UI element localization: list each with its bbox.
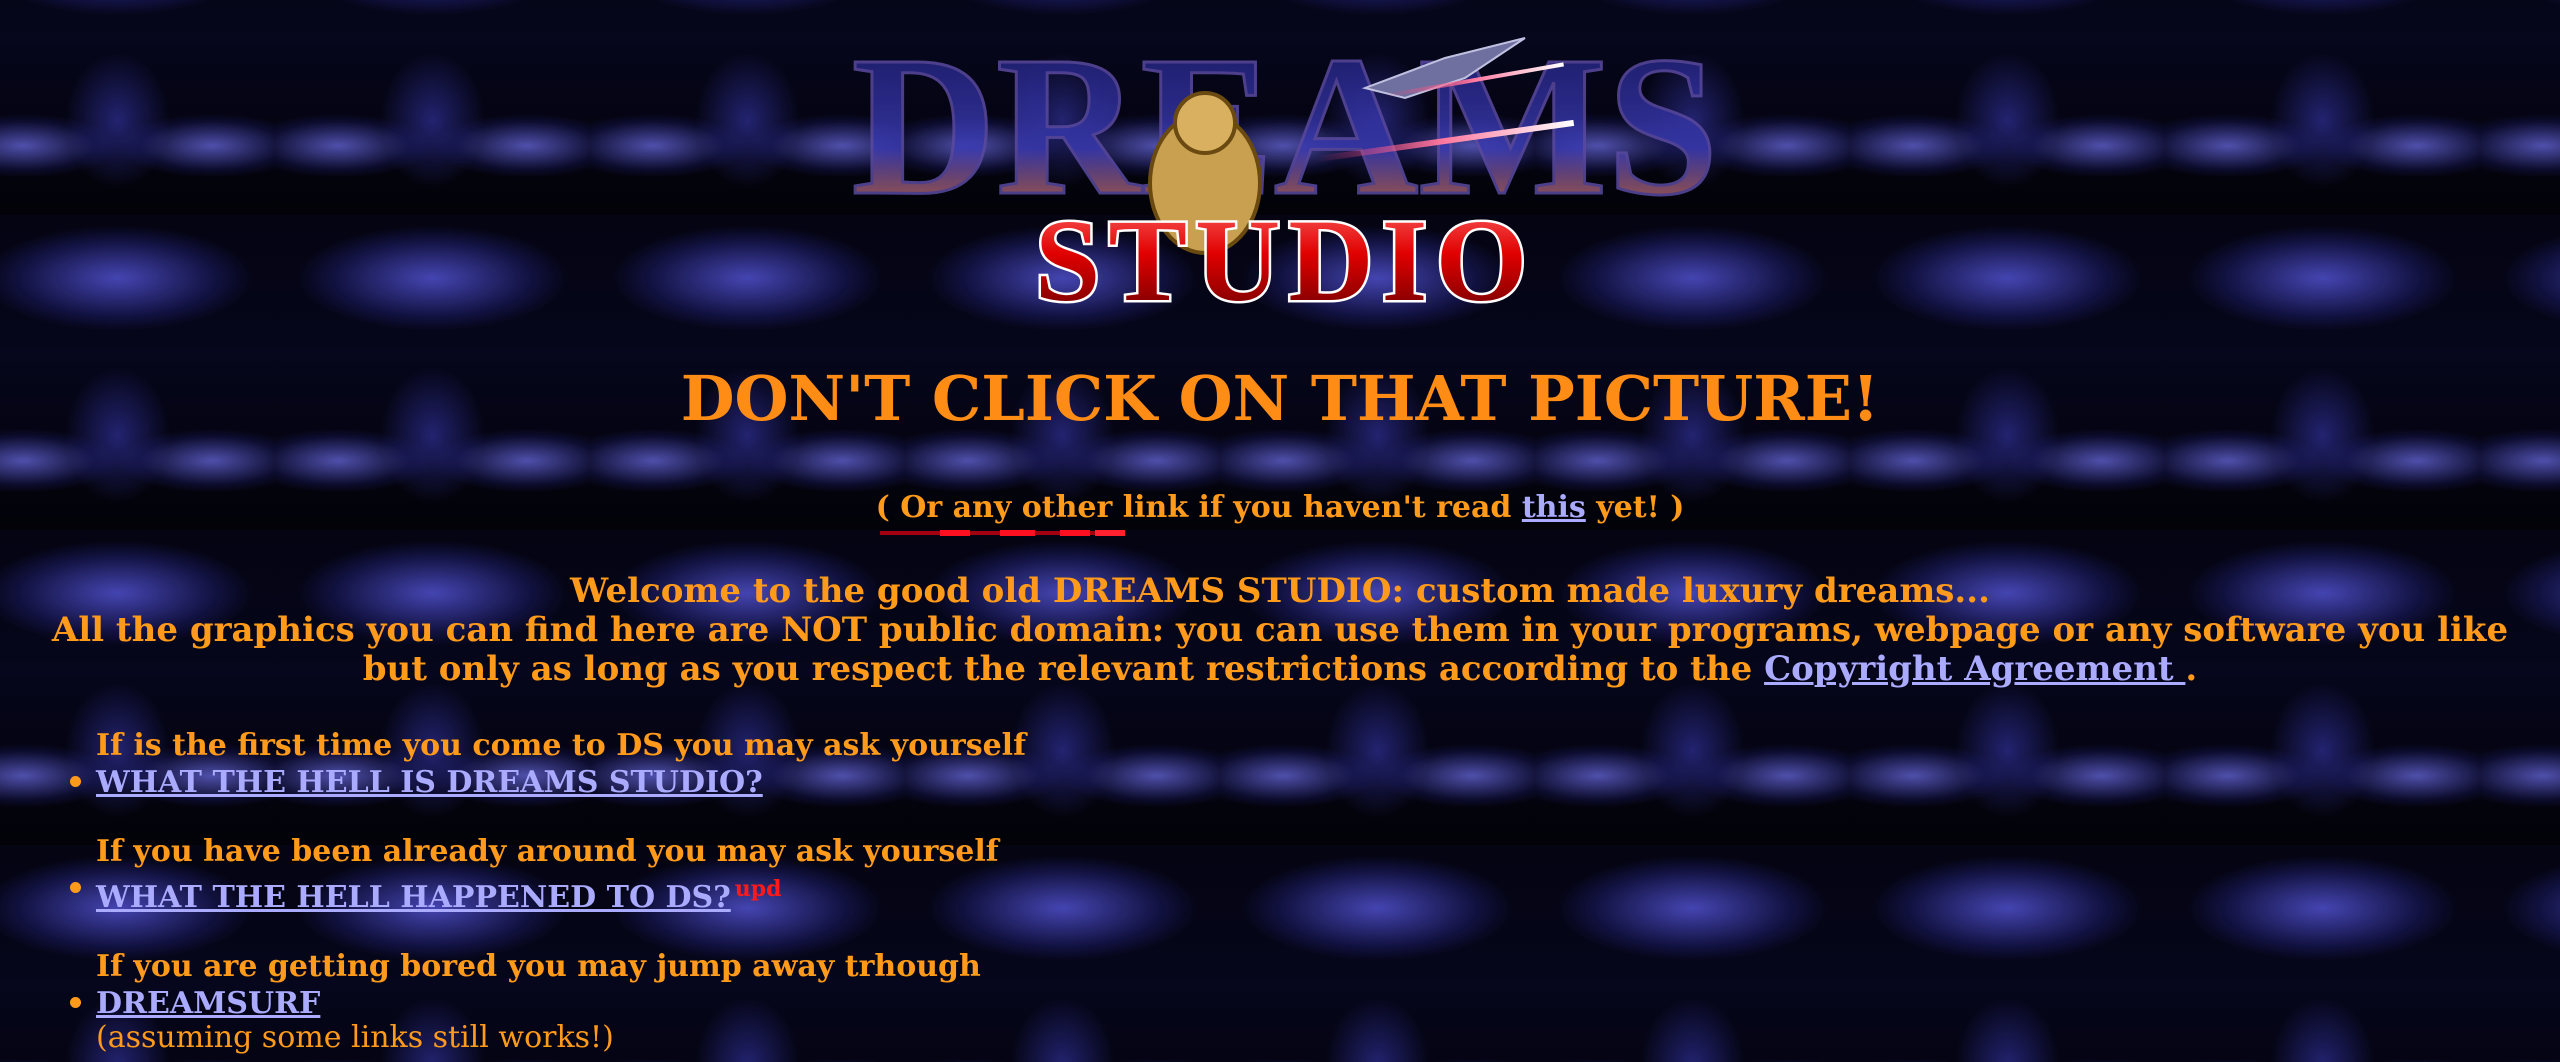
red-divider <box>880 530 1125 536</box>
logo-studio-text: STUDIO <box>1035 195 1535 313</box>
copyright-paragraph: All the graphics you can find here are N… <box>40 611 2520 689</box>
bullet-icon <box>70 776 81 787</box>
list-item: WHAT THE HELL HAPPENED TO DS? upd <box>70 870 1296 917</box>
page-headline: DON'T CLICK ON THAT PICTURE! <box>680 362 1880 435</box>
welcome-text: Welcome to the good old DREAMS STUDIO: c… <box>40 572 2520 689</box>
bullet-icon <box>70 997 81 1008</box>
faq-items-2: WHAT THE HELL HAPPENED TO DS? upd <box>70 870 1296 917</box>
copyright-agreement-link[interactable]: Copyright Agreement <box>1764 649 2185 689</box>
robot-head-icon <box>1173 91 1237 155</box>
updated-badge: upd <box>734 876 782 902</box>
dreamsurf-link[interactable]: DREAMSURF <box>96 986 320 1021</box>
this-link[interactable]: this <box>1522 490 1586 525</box>
faq-list: If is the first time you come to DS you … <box>70 728 1296 1062</box>
dreams-studio-logo[interactable]: DREAMS STUDIO <box>845 18 1725 313</box>
list-item: DREAMSURF (assuming some links still wor… <box>70 985 1296 1055</box>
faq-items-3: DREAMSURF (assuming some links still wor… <box>70 985 1296 1055</box>
faq-items-1: WHAT THE HELL IS DREAMS STUDIO? <box>70 764 1296 802</box>
welcome-line: Welcome to the good old DREAMS STUDIO: c… <box>570 571 1990 611</box>
copyright-end: . <box>2185 649 2198 689</box>
read-this-notice: ( Or any other link if you haven't read … <box>0 490 2560 525</box>
what-is-ds-link[interactable]: WHAT THE HELL IS DREAMS STUDIO? <box>96 765 763 800</box>
list-item: WHAT THE HELL IS DREAMS STUDIO? <box>70 764 1296 802</box>
faq-intro-3: If you are getting bored you may jump aw… <box>96 949 981 984</box>
faq-intro-2: If you have been already around you may … <box>96 834 999 869</box>
notice-before: ( Or any other link if you haven't read <box>875 490 1522 525</box>
bullet-icon <box>70 882 81 893</box>
notice-after: yet! ) <box>1585 490 1685 525</box>
dreams-studio-logo-image: DREAMS STUDIO <box>850 18 1720 313</box>
dreamsurf-note: (assuming some links still works!) <box>96 1020 614 1055</box>
what-happened-link[interactable]: WHAT THE HELL HAPPENED TO DS? <box>96 880 731 915</box>
faq-intro-1: If is the first time you come to DS you … <box>96 728 1026 763</box>
